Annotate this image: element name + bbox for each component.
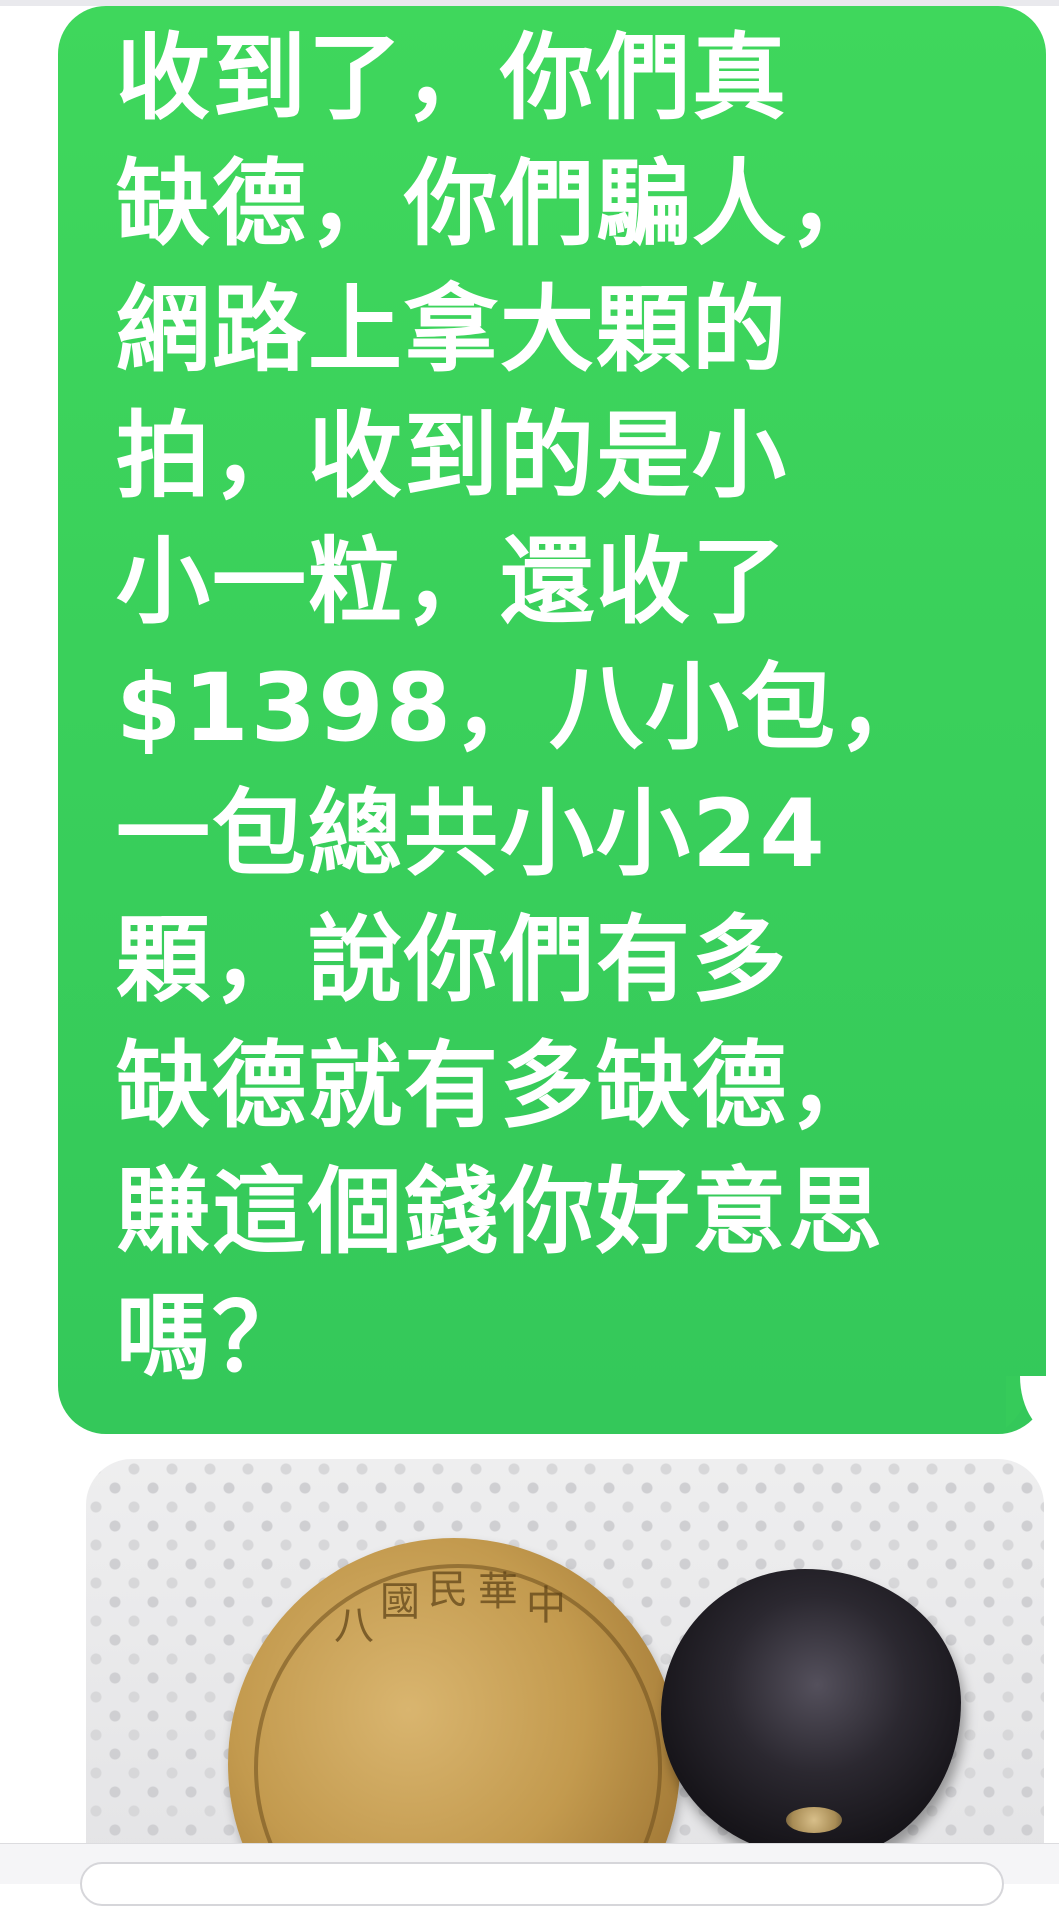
message-input-field[interactable] [80, 1862, 1004, 1906]
message-line: 網路上拿大顆的 [116, 276, 789, 385]
coin-char: 中 [526, 1583, 566, 1629]
message-line: 一包總共小小24 [116, 780, 827, 889]
message-line: 小一粒，還收了 [116, 528, 789, 637]
message-line: $1398，八小包， [116, 654, 934, 763]
photo-message[interactable]: 中 華 民 國 八 [86, 1459, 1044, 1869]
coin-char: 國 [380, 1579, 420, 1625]
message-line: 拍，收到的是小 [116, 402, 789, 511]
message-text: 收到了，你們真 缺德，你們騙人， 網路上拿大顆的 拍，收到的是小 小一粒，還收了… [116, 16, 1016, 1402]
message-line: 賺這個錢你好意思 [116, 1158, 885, 1267]
coin-char: 華 [478, 1569, 518, 1615]
message-line: 顆，說你們有多 [116, 906, 789, 1015]
message-line: 缺德，你們騙人， [116, 150, 885, 259]
message-line: 缺德就有多缺德， [116, 1032, 885, 1141]
message-line: 收到了，你們真 [116, 24, 789, 133]
coin-char: 八 [334, 1603, 374, 1649]
coin-lettering: 中 華 民 國 八 [316, 1563, 616, 1783]
coin-char: 民 [428, 1567, 468, 1613]
outgoing-message-bubble[interactable]: 收到了，你們真 缺德，你們騙人， 網路上拿大顆的 拍，收到的是小 小一粒，還收了… [58, 6, 1046, 1440]
message-input-bar [0, 1843, 1059, 1906]
bubble-tail [1006, 1376, 1046, 1440]
seed-image [661, 1569, 961, 1859]
message-line: 嗎？ [116, 1284, 309, 1393]
